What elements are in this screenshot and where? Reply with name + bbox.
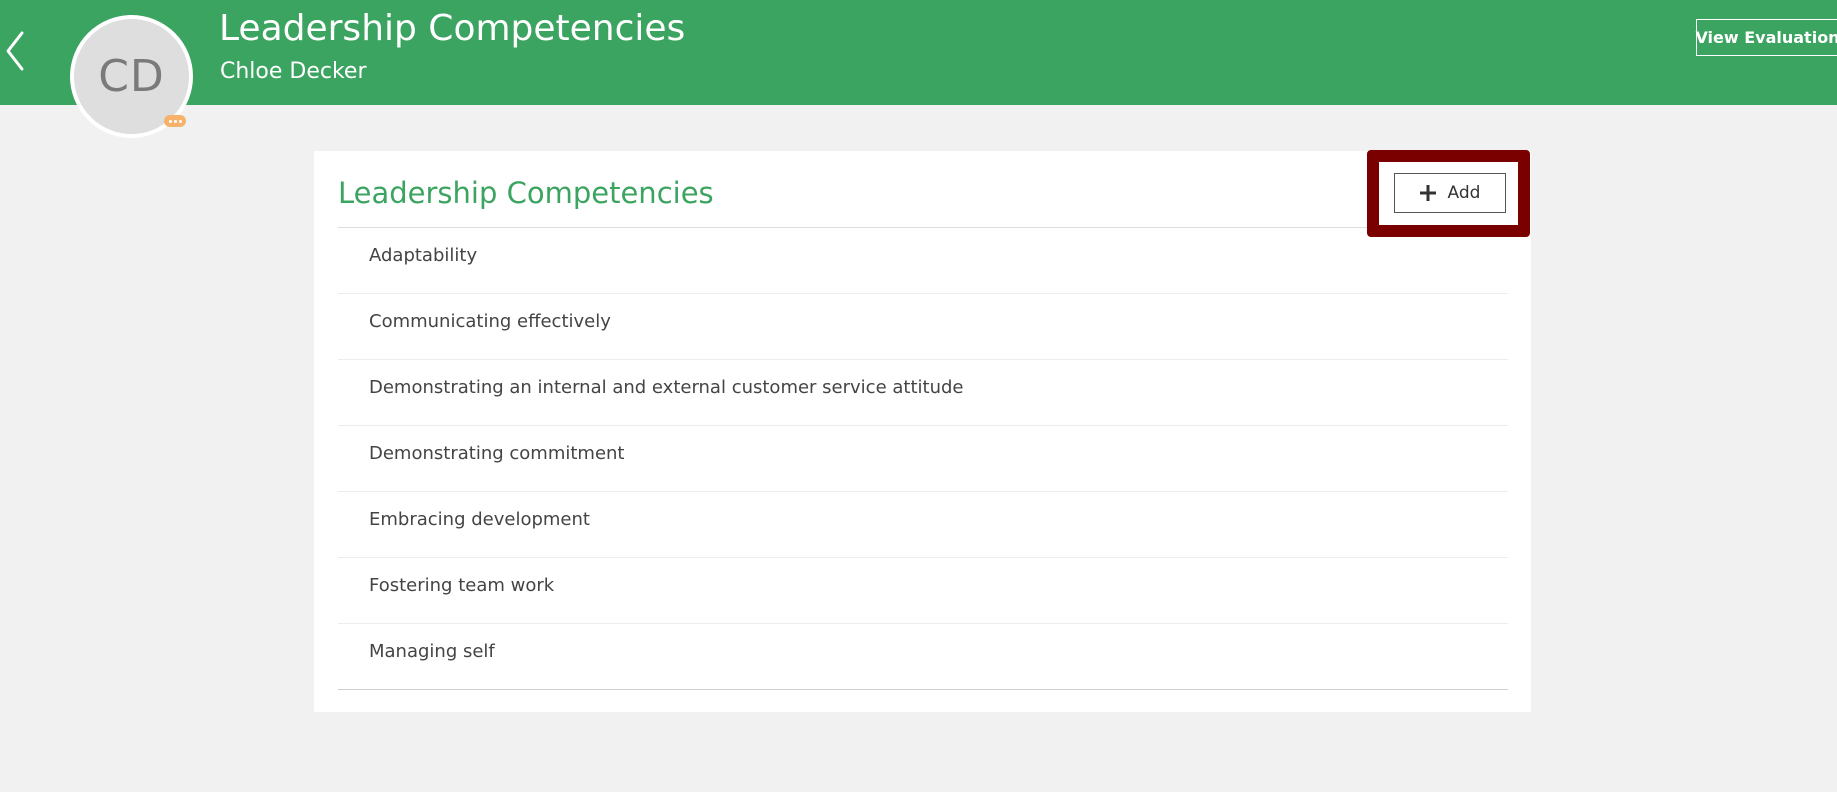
card-title: Leadership Competencies bbox=[338, 176, 714, 210]
list-item[interactable]: Fostering team work bbox=[338, 558, 1508, 624]
add-button[interactable]: Add bbox=[1394, 173, 1506, 213]
list-item[interactable]: Embracing development bbox=[338, 492, 1508, 558]
list-item[interactable]: Communicating effectively bbox=[338, 294, 1508, 360]
add-button-label: Add bbox=[1447, 183, 1481, 203]
avatar-initials: CD bbox=[98, 51, 165, 102]
list-item[interactable]: Adaptability bbox=[338, 228, 1508, 294]
employee-name: Chloe Decker bbox=[220, 59, 367, 84]
list-item[interactable]: Managing self bbox=[338, 624, 1508, 690]
back-button[interactable] bbox=[2, 28, 32, 74]
page-title: Leadership Competencies bbox=[219, 8, 686, 49]
list-item[interactable]: Demonstrating an internal and external c… bbox=[338, 360, 1508, 426]
chevron-left-icon bbox=[2, 28, 32, 74]
plus-icon bbox=[1419, 185, 1436, 201]
list-item[interactable]: Demonstrating commitment bbox=[338, 426, 1508, 492]
competency-list: Adaptability Communicating effectively D… bbox=[338, 228, 1508, 690]
more-dots-icon bbox=[164, 115, 186, 127]
page-header: Leadership Competencies Chloe Decker Vie… bbox=[0, 0, 1837, 105]
view-evaluation-button[interactable]: View Evaluation bbox=[1695, 19, 1837, 56]
